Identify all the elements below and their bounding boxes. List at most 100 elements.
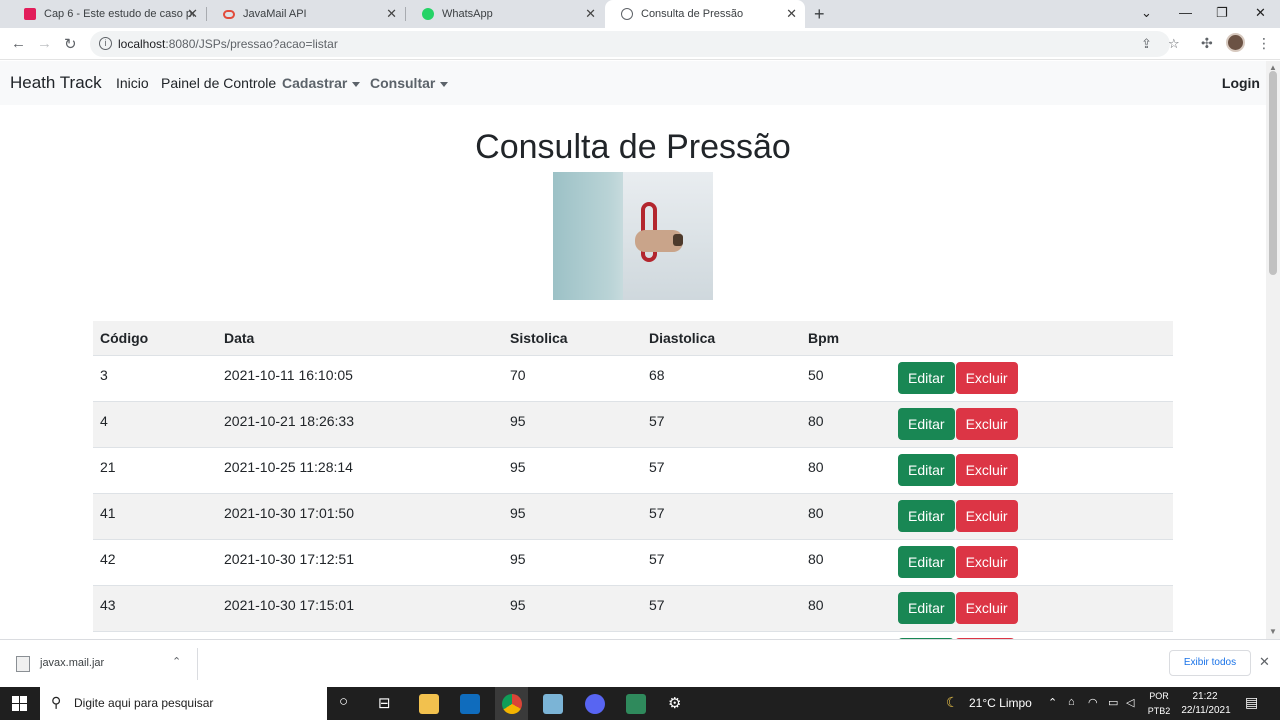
delete-button[interactable]: Excluir (955, 453, 1018, 486)
site-info-icon[interactable]: i (99, 37, 112, 50)
tab-consulta-pressao[interactable]: Consulta de Pressão ✕ (605, 0, 805, 28)
page-scrollbar[interactable]: ▲ ▼ (1266, 61, 1280, 639)
login-link[interactable]: Login (1222, 75, 1260, 91)
scrollbar-thumb[interactable] (1269, 71, 1277, 275)
edit-button[interactable]: Editar (898, 545, 955, 578)
url-text[interactable]: localhost:8080/JSPs/pressao?acao=listar (118, 37, 338, 51)
tray-app-icon[interactable]: ⌂ (1068, 696, 1075, 708)
nav-dropdown-cadastrar[interactable]: Cadastrar (282, 75, 361, 91)
edit-button[interactable]: Editar (898, 361, 955, 394)
cell-sistolica (503, 631, 642, 639)
delete-button[interactable]: Excluir (955, 499, 1018, 532)
cell-bpm: 50 (801, 355, 891, 402)
app-navbar: Heath Track Inicio Painel de Controle Ca… (0, 61, 1266, 105)
notepad-icon[interactable] (543, 694, 563, 714)
tab-whatsapp[interactable]: WhatsApp ✕ (406, 0, 604, 28)
nav-link-inicio[interactable]: Inicio (116, 75, 149, 91)
edit-button[interactable]: Editar (898, 591, 955, 624)
show-all-downloads-button[interactable]: Exibir todos (1169, 650, 1251, 676)
chrome-icon[interactable] (502, 694, 522, 714)
outlook-icon[interactable] (460, 694, 480, 714)
close-icon[interactable]: ✕ (786, 6, 797, 22)
bookmark-star-icon[interactable]: ☆ (1168, 36, 1180, 52)
cell-codigo: 21 (93, 447, 217, 494)
windows-start-icon[interactable] (12, 696, 27, 711)
edit-button[interactable]: Editar (898, 499, 955, 532)
moon-weather-icon: ☾ (946, 694, 959, 710)
nav-link-painel[interactable]: Painel de Controle (161, 75, 276, 91)
start-tile (20, 696, 27, 703)
extensions-puzzle-icon[interactable]: ✣ (1201, 35, 1213, 52)
wifi-icon[interactable]: ◠ (1088, 696, 1098, 709)
cell-data: 2021-10-30 17:15:01 (217, 585, 503, 632)
cell-data: 2021-10-25 11:28:14 (217, 447, 503, 494)
battery-icon[interactable]: ▭ (1108, 696, 1118, 709)
delete-button[interactable]: Excluir (955, 361, 1018, 394)
cell-diastolica: 57 (642, 447, 801, 494)
settings-gear-icon[interactable]: ⚙ (668, 694, 681, 712)
edit-button[interactable]: Editar (898, 453, 955, 486)
language-top[interactable]: POR (1147, 691, 1171, 701)
language-bottom[interactable]: PTB2 (1145, 706, 1173, 716)
share-icon[interactable]: ⇪ (1141, 36, 1152, 52)
app-green-icon[interactable] (626, 694, 646, 714)
restore-icon[interactable]: ❐ (1216, 5, 1228, 21)
tab-title: WhatsApp (442, 8, 493, 20)
edit-button[interactable]: Editar (898, 407, 955, 440)
back-arrow-icon[interactable]: ← (11, 35, 26, 52)
cell-diastolica: 57 (642, 539, 801, 586)
cell-diastolica (642, 631, 801, 639)
tab-search-chevron-icon[interactable]: ⌄ (1141, 5, 1152, 21)
close-icon[interactable]: ✕ (386, 6, 397, 22)
cell-sistolica: 95 (503, 539, 642, 586)
cell-sistolica: 95 (503, 447, 642, 494)
nav-dropdown-consultar[interactable]: Consultar (370, 75, 449, 91)
window-close-icon[interactable]: ✕ (1255, 5, 1266, 21)
reload-icon[interactable]: ↻ (64, 35, 77, 53)
browser-tab-strip: Cap 6 - Este estudo de caso pode ✕ JavaM… (0, 0, 1280, 28)
discord-icon[interactable] (585, 694, 605, 714)
clock-date[interactable]: 22/11/2021 (1178, 705, 1234, 716)
minimize-icon[interactable]: — (1179, 5, 1192, 20)
task-view-icon[interactable]: ⊟ (378, 694, 391, 712)
browser-menu-icon[interactable]: ⋮ (1257, 35, 1271, 52)
tab-title: Consulta de Pressão (641, 8, 744, 20)
address-bar[interactable]: i localhost:8080/JSPs/pressao?acao=lista… (90, 31, 1180, 57)
delete-button[interactable]: Excluir (955, 545, 1018, 578)
close-icon[interactable]: ✕ (1259, 654, 1270, 670)
cell-bpm: 80 (801, 447, 891, 494)
volume-icon[interactable]: ◁ (1126, 696, 1134, 709)
taskbar-search[interactable]: ⚲ Digite aqui para pesquisar (40, 687, 327, 720)
tab-fiap[interactable]: Cap 6 - Este estudo de caso pode ✕ (8, 0, 206, 28)
cell-bpm: 80 (801, 539, 891, 586)
scroll-down-icon[interactable]: ▼ (1269, 627, 1277, 636)
chevron-up-icon[interactable]: ⌃ (172, 655, 181, 668)
nav-dropdown-label: Cadastrar (282, 75, 348, 91)
url-host: localhost (118, 37, 166, 51)
weather-text[interactable]: 21°C Limpo (969, 696, 1032, 710)
forward-arrow-icon[interactable]: → (37, 35, 52, 52)
globe-icon (621, 8, 633, 20)
delete-button[interactable]: Excluir (955, 407, 1018, 440)
cortana-icon[interactable]: ○ (339, 693, 348, 710)
brand-logo-text[interactable]: Heath Track (10, 73, 102, 93)
whatsapp-icon (422, 8, 434, 20)
close-icon[interactable]: ✕ (187, 6, 198, 22)
file-explorer-icon[interactable] (419, 694, 439, 714)
close-icon[interactable]: ✕ (585, 6, 596, 22)
new-tab-icon[interactable]: + (814, 4, 825, 25)
tray-chevron-icon[interactable]: ⌃ (1048, 696, 1057, 709)
download-item[interactable]: javax.mail.jar (40, 657, 104, 669)
profile-avatar[interactable] (1226, 33, 1245, 52)
cell-data (217, 631, 503, 639)
fiap-icon (24, 8, 36, 20)
header-sistolica: Sistolica (503, 321, 642, 356)
notifications-icon[interactable]: ▤ (1245, 694, 1258, 711)
clock-time[interactable]: 21:22 (1186, 691, 1224, 702)
cell-actions (891, 631, 1173, 639)
hero-image-doctor (553, 172, 713, 300)
delete-button[interactable]: Excluir (955, 591, 1018, 624)
tab-javamail[interactable]: JavaMail API ✕ (207, 0, 405, 28)
pressure-table: Código Data Sistolica Diastolica Bpm 3 2… (93, 321, 1173, 639)
header-actions (891, 321, 1173, 356)
